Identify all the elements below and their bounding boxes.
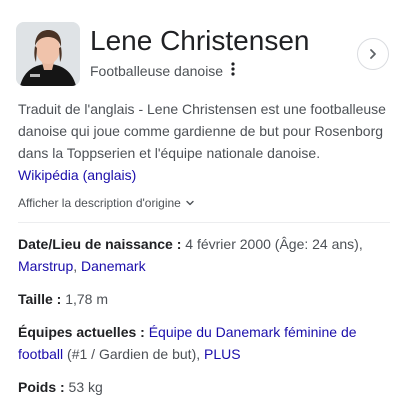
entity-subtitle: Footballeuse danoise [90, 63, 224, 79]
more-link[interactable]: PLUS [204, 346, 241, 362]
fact-value: (#1 / Gardien de but), [63, 346, 205, 362]
fact-birth: Date/Lieu de naissance : 4 février 2000 … [18, 233, 390, 277]
fact-value: 1,78 m [61, 291, 109, 307]
country-link[interactable]: Danemark [81, 258, 146, 274]
show-original-label: Afficher la description d'origine [18, 196, 181, 210]
divider [18, 222, 390, 223]
fact-value: 4 février 2000 (Âge: 24 ans), [181, 236, 363, 252]
fact-teams: Équipes actuelles : Équipe du Danemark f… [18, 321, 390, 365]
separator: , [73, 258, 82, 274]
entity-title: Lene Christensen [90, 25, 310, 56]
show-original-description-button[interactable]: Afficher la description d'origine [18, 196, 195, 210]
fact-height: Taille : 1,78 m [18, 288, 390, 310]
facts-list: Date/Lieu de naissance : 4 février 2000 … [18, 233, 390, 409]
chevron-down-icon [186, 200, 194, 206]
fact-value: 53 kg [64, 379, 103, 395]
fact-label: Équipes actuelles : [18, 324, 145, 340]
chevron-right-icon [370, 49, 376, 59]
avatar[interactable] [16, 22, 80, 86]
expand-button[interactable] [357, 38, 389, 70]
fact-label: Date/Lieu de naissance : [18, 236, 182, 252]
fact-label: Poids : [18, 379, 65, 395]
description: Traduit de l'anglais - Lene Christensen … [18, 98, 390, 186]
more-options-icon[interactable] [231, 62, 235, 80]
fact-weight: Poids : 53 kg [18, 376, 390, 398]
description-text: Traduit de l'anglais - Lene Christensen … [18, 101, 386, 161]
wikipedia-link[interactable]: Wikipédia (anglais) [18, 167, 136, 183]
entity-header: Lene Christensen Footballeuse danoise [16, 22, 391, 90]
subtitle-row: Footballeuse danoise [90, 62, 235, 80]
fact-label: Taille : [18, 291, 62, 307]
birthplace-link[interactable]: Marstrup [18, 258, 73, 274]
player-photo [16, 22, 80, 86]
